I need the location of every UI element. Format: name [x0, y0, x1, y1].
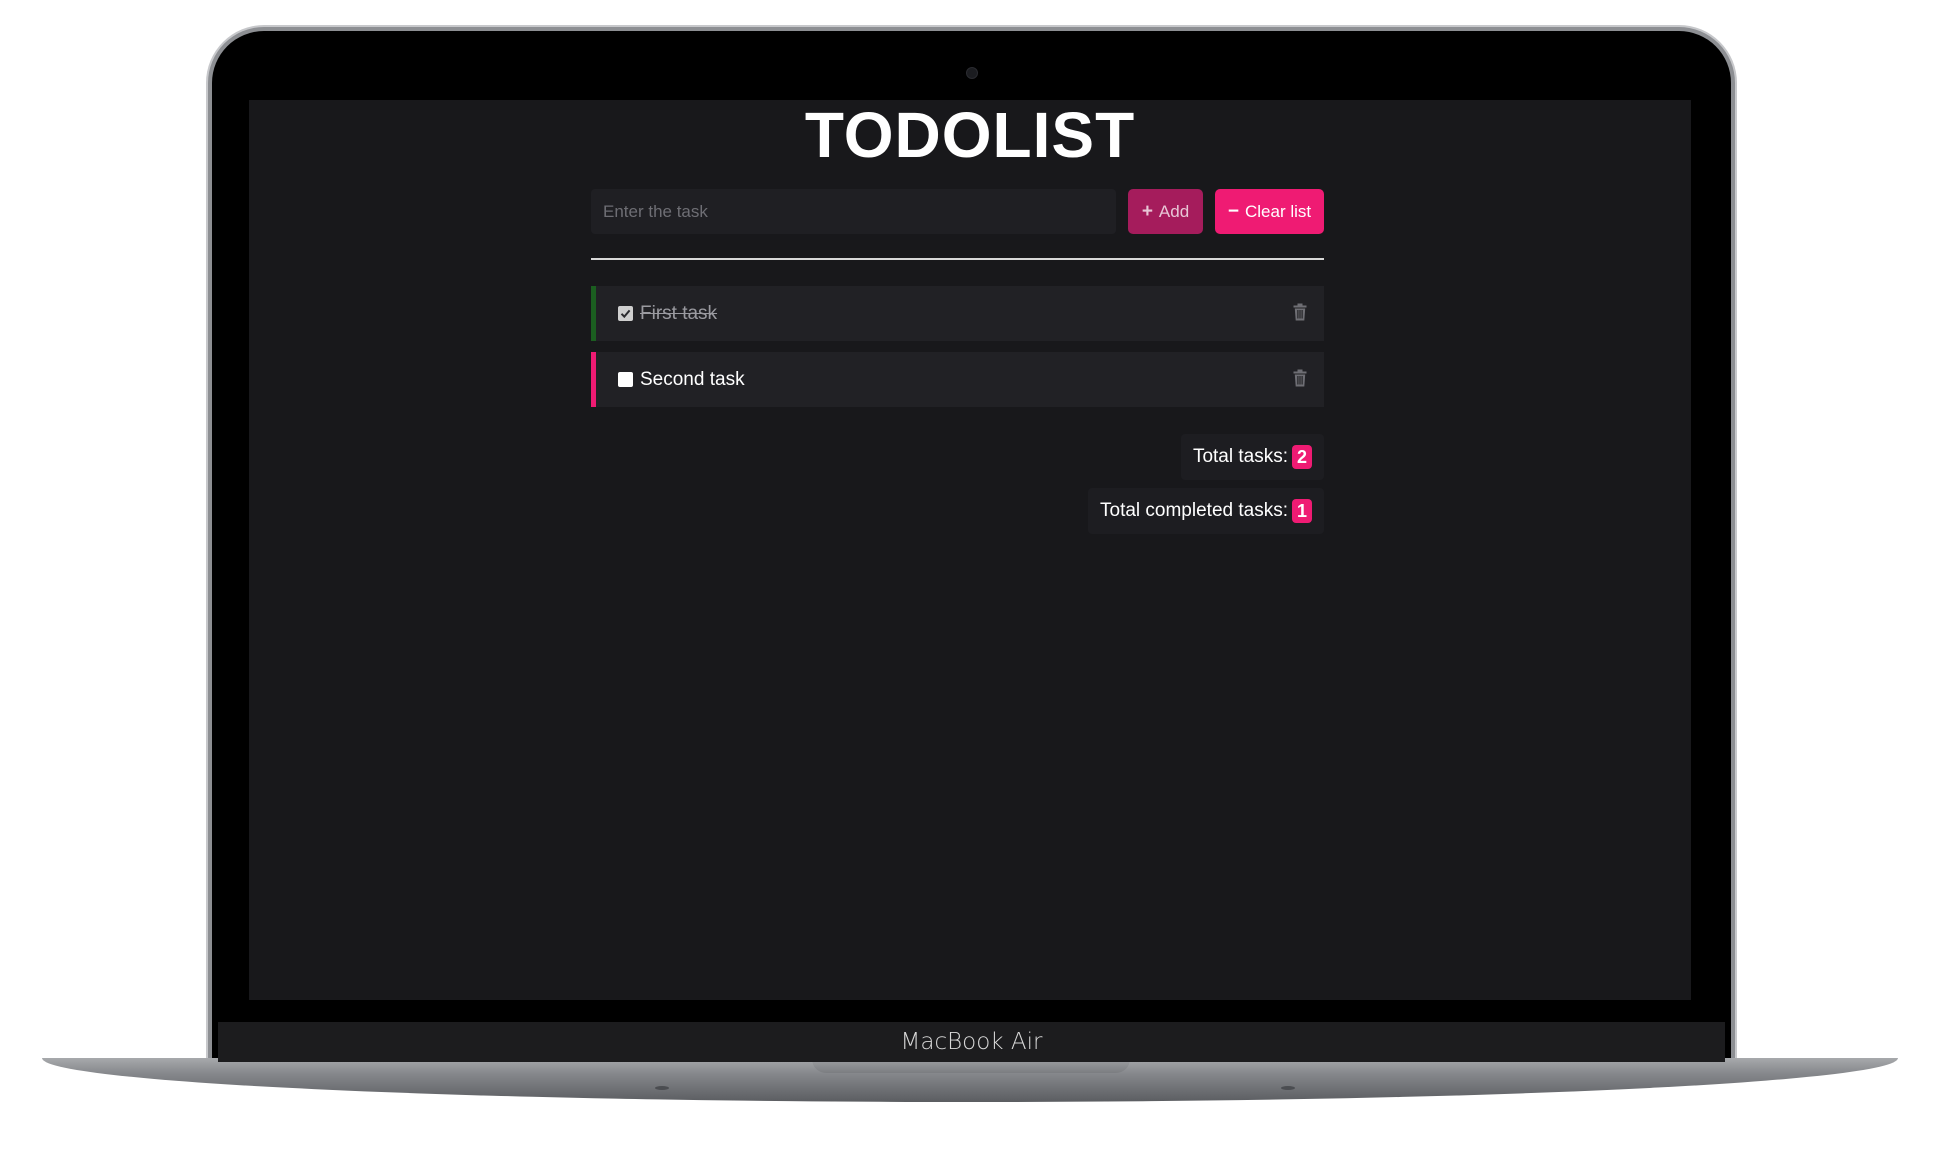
completed-tasks-badge: 1: [1291, 499, 1312, 523]
clear-list-button-label: Clear list: [1244, 201, 1312, 221]
completed-tasks-stat: Total completed tasks: 1: [1088, 488, 1324, 534]
completed-tasks-label: Total completed tasks:: [1100, 500, 1288, 521]
page-title: TODOLIST: [804, 100, 1136, 171]
clear-list-button[interactable]: − Clear list: [1215, 189, 1324, 234]
task-label: Second task: [640, 369, 745, 390]
total-tasks-stat: Total tasks: 2: [1180, 434, 1324, 480]
camera-icon: [966, 67, 978, 79]
total-tasks-label: Total tasks:: [1192, 446, 1288, 467]
add-button[interactable]: + Add: [1128, 189, 1203, 234]
task-input[interactable]: [591, 189, 1116, 234]
app-screen: TODOLIST + Add − Clear list First task S…: [249, 100, 1691, 1000]
task-item: First task: [591, 286, 1324, 341]
total-tasks-badge: 2: [1291, 445, 1312, 469]
minus-icon: −: [1227, 200, 1239, 222]
divider: [591, 258, 1324, 260]
plus-icon: +: [1141, 200, 1153, 222]
laptop-foot: [1281, 1086, 1295, 1090]
device-brand-label: MacBook Air: [900, 1029, 1043, 1055]
task-label: First task: [640, 303, 718, 324]
add-button-label: Add: [1158, 201, 1190, 221]
task-item: Second task: [591, 352, 1324, 407]
checkmark-icon: [620, 309, 631, 319]
task-checkbox[interactable]: [618, 306, 633, 321]
laptop-foot: [655, 1086, 669, 1090]
trash-icon[interactable]: [1293, 369, 1307, 387]
task-checkbox[interactable]: [618, 372, 633, 387]
trash-icon[interactable]: [1293, 303, 1307, 321]
